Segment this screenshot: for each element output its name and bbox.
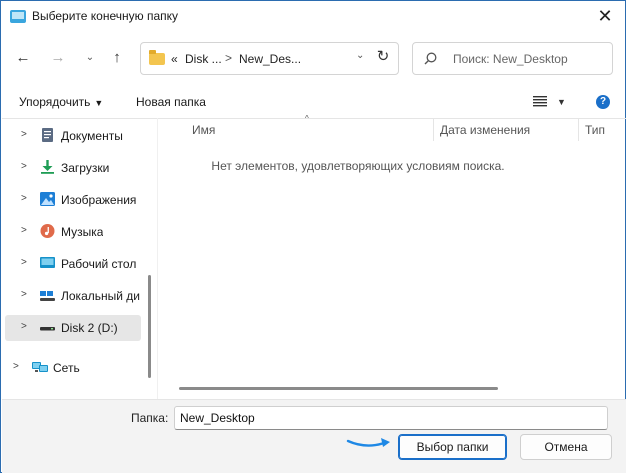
column-header-name[interactable]: Имя [192, 123, 215, 137]
documents-icon [42, 128, 53, 142]
organize-dropdown-icon: ▼ [94, 98, 104, 108]
recent-locations-chevron-icon[interactable]: ⌄ [79, 47, 101, 69]
forward-arrow-icon[interactable]: → [47, 47, 69, 69]
sidebar-item-label: Музыка [61, 225, 104, 239]
column-header-date[interactable]: Дата изменения [440, 123, 530, 137]
drive-icon [40, 327, 55, 331]
help-icon[interactable]: ? [596, 95, 610, 109]
folder-picker-dialog: Выберите конечную папку ✕ ← → ⌄ ↑ « Disk… [0, 0, 626, 473]
up-arrow-icon[interactable]: ↑ [106, 47, 128, 69]
app-window-icon [10, 10, 26, 23]
sort-ascending-icon: ^ [305, 114, 309, 123]
file-list-scrollbar[interactable] [179, 387, 498, 390]
sidebar-item-disk-d[interactable]: > Disk 2 (D:) [5, 315, 141, 341]
sidebar-item-label: Изображения [61, 193, 137, 207]
window-title: Выберите конечную папку [32, 9, 179, 23]
annotation-arrow-icon [346, 438, 390, 447]
folder-name-input[interactable] [174, 406, 608, 430]
sidebar-item-local-disk[interactable]: > Локальный ди [1, 283, 143, 309]
sidebar-item-label: Рабочий стол [61, 257, 137, 271]
refresh-icon[interactable]: ↻ [373, 47, 393, 67]
sidebar-item-label: Документы [61, 129, 123, 143]
network-icon [32, 362, 48, 372]
local-disk-icon [40, 291, 55, 301]
organize-button[interactable]: Упорядочить ▼ [19, 95, 103, 109]
view-list-icon[interactable] [533, 95, 547, 107]
sidebar-item-documents[interactable]: > Документы [1, 123, 143, 149]
expand-chevron-icon[interactable]: > [21, 321, 27, 332]
expand-chevron-icon[interactable]: > [21, 225, 27, 236]
title-bar: Выберите конечную папку ✕ [1, 1, 625, 33]
search-box[interactable]: Поиск: New_Desktop [412, 42, 613, 75]
expand-chevron-icon[interactable]: > [21, 129, 27, 140]
view-options-chevron-icon[interactable]: ▼ [557, 97, 566, 107]
breadcrumb-new-desktop[interactable]: New_Des... [239, 52, 301, 66]
sidebar-item-music[interactable]: > Музыка [1, 219, 143, 245]
organize-label: Упорядочить [19, 95, 91, 109]
sidebar-item-label: Disk 2 (D:) [61, 321, 118, 335]
new-folder-button[interactable]: Новая папка [136, 95, 206, 109]
search-placeholder: Поиск: New_Desktop [453, 52, 568, 66]
expand-chevron-icon[interactable]: > [21, 257, 27, 268]
music-icon [40, 224, 55, 238]
cancel-button[interactable]: Отмена [520, 434, 612, 460]
back-arrow-icon[interactable]: ← [12, 47, 34, 69]
sidebar-item-network[interactable]: > Сеть [1, 355, 143, 381]
sidebar-item-pictures[interactable]: > Изображения [1, 187, 143, 213]
column-header-type[interactable]: Тип [585, 123, 605, 137]
folder-icon [149, 50, 165, 65]
close-button[interactable]: ✕ [593, 5, 617, 27]
column-separator[interactable] [433, 119, 434, 141]
sidebar-item-label: Локальный ди [61, 289, 140, 303]
address-dropdown-chevron-icon[interactable]: ⌄ [356, 50, 364, 61]
desktop-icon [40, 257, 55, 268]
sidebar-item-desktop[interactable]: > Рабочий стол [1, 251, 143, 277]
select-folder-button[interactable]: Выбор папки [398, 434, 507, 460]
breadcrumb-disk[interactable]: Disk ... [185, 52, 222, 66]
sidebar-scrollbar[interactable] [148, 275, 151, 378]
expand-chevron-icon[interactable]: > [21, 193, 27, 204]
column-separator[interactable] [578, 119, 579, 141]
expand-chevron-icon[interactable]: > [21, 289, 27, 300]
folder-field-label: Папка: [131, 411, 169, 425]
search-icon [424, 52, 437, 65]
expand-chevron-icon[interactable]: > [13, 361, 19, 372]
sidebar-item-label: Сеть [53, 361, 80, 375]
address-overflow[interactable]: « [171, 52, 178, 66]
empty-results-message: Нет элементов, удовлетворяющих условиям … [211, 159, 505, 173]
breadcrumb-separator[interactable]: > [225, 51, 232, 65]
pictures-icon [40, 192, 55, 206]
